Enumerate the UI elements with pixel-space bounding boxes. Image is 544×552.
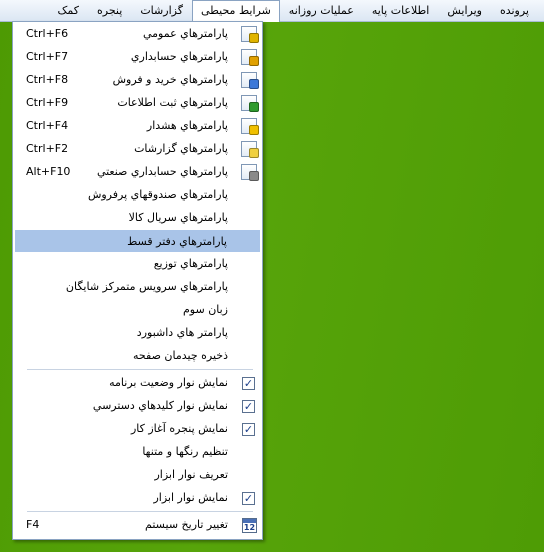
sales-doc-icon: [241, 72, 259, 89]
menu-item[interactable]: پارامترهاي سريال کالا: [15, 207, 260, 229]
calendar-icon-text: 12: [243, 523, 256, 532]
menu-item-label: پارامترهاي سرويس متمرکز شايگان: [65, 280, 228, 293]
checkbox-checked-icon[interactable]: ✓: [242, 492, 255, 505]
menu-item-label: نمايش نوار وضعيت برنامه: [109, 376, 228, 389]
warning-doc-icon: [241, 118, 259, 135]
menu-item-label: نمايش نوار کليدهاي دسترسي: [92, 399, 228, 412]
checkbox-checked-icon[interactable]: ✓: [242, 400, 255, 413]
menu-item[interactable]: پارامترهاي ثبت اطلاعات Ctrl+F9: [15, 92, 260, 114]
menu-item-label: پارامترهاي خريد و فروش: [112, 73, 228, 86]
menu-item-label: تنظيم رنگها و متنها: [142, 445, 228, 458]
menu-item[interactable]: پارامترهاي صندوقهاي پرفروش: [15, 184, 260, 206]
menu-item[interactable]: پارامترهاي توزيع: [15, 253, 260, 275]
menu-item[interactable]: پارامترهاي حسابداري صنعتي Alt+F10: [15, 161, 260, 183]
menu-item-label: پارامترهاي توزيع: [153, 257, 228, 270]
menu-item-label: پارامترهاي عمومي: [143, 27, 228, 40]
settings-doc-icon: [241, 26, 259, 43]
menu-item-label: ذخيره چيدمان صفحه: [133, 349, 228, 362]
menu-environment-settings[interactable]: شرایط محیطی: [191, 0, 280, 22]
menu-item-shortcut: Ctrl+F7: [26, 50, 69, 63]
environment-settings-dropdown: پارامترهاي عمومي Ctrl+F6 پارامترهاي حسابدا…: [12, 21, 263, 540]
data-entry-doc-icon: [241, 95, 259, 112]
checkbox-checked-icon[interactable]: ✓: [242, 377, 255, 390]
menu-file[interactable]: پرونده: [491, 0, 538, 21]
menu-item-label: پارامترهاي گزارشات: [134, 142, 228, 155]
menu-item-label: پارامترهاي حسابداري صنعتي: [96, 165, 228, 178]
menu-item-label: پارامترهاي حسابداري: [130, 50, 228, 63]
menu-item-label: پارامترهاي دفتر قسط: [127, 235, 227, 248]
menu-item[interactable]: ✓ نمايش نوار وضعيت برنامه: [15, 372, 260, 394]
menu-base-info[interactable]: اطلاعات پایه: [363, 0, 439, 21]
menu-item[interactable]: پارامترهاي دفتر قسط: [15, 230, 260, 252]
menu-item[interactable]: پارامترهاي عمومي Ctrl+F6: [15, 23, 260, 45]
menu-item-shortcut: Ctrl+F4: [26, 119, 69, 132]
menu-item-shortcut: Alt+F10: [26, 165, 71, 178]
menu-item-shortcut: Ctrl+F8: [26, 73, 69, 86]
calendar-icon: 12: [242, 518, 257, 533]
menu-separator: [27, 511, 253, 512]
menu-item[interactable]: پارامترهاي حسابداري Ctrl+F7: [15, 46, 260, 68]
menu-daily-operations[interactable]: عملیات روزانه: [280, 0, 363, 21]
menu-item[interactable]: پارامترهاي سرويس متمرکز شايگان: [15, 276, 260, 298]
menu-item[interactable]: تعريف نوار ابزار: [15, 464, 260, 486]
industrial-gear-icon: [241, 164, 259, 181]
menu-help[interactable]: کمک: [49, 0, 88, 21]
menu-edit[interactable]: ویرایش: [438, 0, 491, 21]
menu-item-shortcut: Ctrl+F2: [26, 142, 69, 155]
menu-item[interactable]: ذخيره چيدمان صفحه: [15, 345, 260, 367]
menu-item-label: تغيير تاريخ سيستم: [145, 518, 228, 531]
menu-item-label: پارامترهاي ثبت اطلاعات: [117, 96, 228, 109]
menu-item-label: زبان سوم: [182, 303, 228, 316]
menu-separator: [27, 369, 253, 370]
menu-bar: پرونده ویرایش اطلاعات پایه عملیات روزانه…: [0, 0, 544, 22]
menu-item-label: پارامتر هاي داشبورد: [136, 326, 228, 339]
menu-window[interactable]: پنجره: [88, 0, 131, 21]
menu-item[interactable]: ✓ نمايش نوار کليدهاي دسترسي: [15, 395, 260, 417]
menu-item-label: نمايش نوار ابزار: [153, 491, 228, 504]
menu-reports[interactable]: گزارشات: [131, 0, 192, 21]
checkbox-checked-icon[interactable]: ✓: [242, 423, 255, 436]
menu-item[interactable]: پارامترهاي گزارشات Ctrl+F2: [15, 138, 260, 160]
reports-doc-icon: [241, 141, 259, 158]
menu-item[interactable]: پارامتر هاي داشبورد: [15, 322, 260, 344]
menu-item-label: نمايش پنجره آغاز کار: [130, 422, 228, 435]
menu-item[interactable]: تنظيم رنگها و متنها: [15, 441, 260, 463]
menu-item-shortcut: Ctrl+F9: [26, 96, 69, 109]
menu-item[interactable]: ✓ نمايش نوار ابزار: [15, 487, 260, 509]
menu-item-shortcut: Ctrl+F6: [26, 27, 69, 40]
menu-item[interactable]: زبان سوم: [15, 299, 260, 321]
menu-item-shortcut: F4: [26, 518, 40, 531]
menu-item[interactable]: پارامترهاي هشدار Ctrl+F4: [15, 115, 260, 137]
menu-item-label: پارامترهاي صندوقهاي پرفروش: [87, 188, 228, 201]
menu-item[interactable]: پارامترهاي خريد و فروش Ctrl+F8: [15, 69, 260, 91]
accounting-doc-icon: [241, 49, 259, 66]
menu-item[interactable]: ✓ نمايش پنجره آغاز کار: [15, 418, 260, 440]
menu-item-label: تعريف نوار ابزار: [154, 468, 228, 481]
menu-item-label: پارامترهاي سريال کالا: [128, 211, 228, 224]
menu-item[interactable]: 12 تغيير تاريخ سيستم F4: [15, 514, 260, 536]
menu-item-label: پارامترهاي هشدار: [146, 119, 228, 132]
